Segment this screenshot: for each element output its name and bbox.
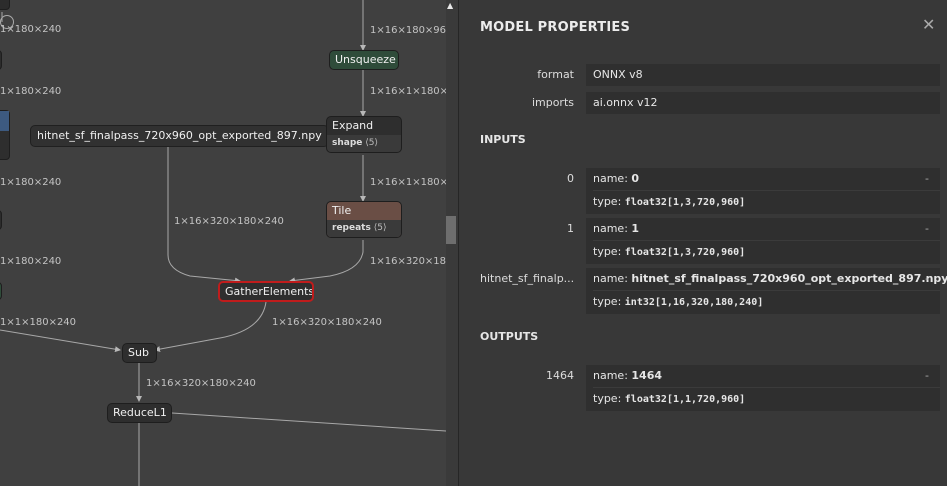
node-sub[interactable]: Sub: [122, 343, 157, 363]
node-reduce-label: ReduceL1: [113, 406, 167, 419]
input-label: 1: [567, 222, 574, 235]
edge-label: 1×16×320×180×240: [146, 378, 256, 389]
node-gather-label: GatherElements: [225, 285, 314, 298]
expand-icon[interactable]: -: [925, 365, 929, 387]
node-unsqueeze[interactable]: Unsqueeze: [329, 50, 399, 70]
scroll-thumb[interactable]: [446, 216, 456, 244]
node-gather-elements[interactable]: GatherElements: [218, 281, 314, 302]
input-entry[interactable]: name: 1- type: float32[1,3,720,960]: [586, 218, 940, 264]
edge-label: 1×180×240: [0, 86, 62, 97]
edge-reduce-right: [171, 412, 447, 432]
partial-node[interactable]: [0, 110, 10, 160]
node-expand-label: Expand: [332, 119, 374, 132]
graph-edges: [0, 0, 447, 486]
edge-input-gather: [167, 146, 241, 284]
model-properties-panel: MODEL PROPERTIES ✕ format ONNX v8 import…: [458, 0, 947, 486]
input-label: 0: [567, 172, 574, 185]
node-tile-label: Tile: [332, 204, 352, 217]
partial-node[interactable]: [0, 210, 2, 230]
edge-label: 1×16×1×180×96: [370, 177, 458, 188]
node-sub-label: Sub: [128, 346, 149, 359]
graph-scrollbar[interactable]: ▲: [446, 0, 458, 486]
input-type: type: float32[1,3,720,960]: [593, 240, 940, 264]
output-label: 1464: [546, 369, 574, 382]
edge-tile-gather: [289, 240, 364, 284]
node-expand[interactable]: Expand shape ⟨5⟩: [326, 116, 402, 153]
property-value-imports: ai.onnx v12: [586, 92, 940, 114]
edge-label: 1×16×180×960: [370, 25, 453, 36]
input-type: type: int32[1,16,320,180,240]: [593, 290, 940, 314]
partial-node[interactable]: [0, 0, 10, 10]
property-value-format: ONNX v8: [586, 64, 940, 86]
close-icon[interactable]: ✕: [922, 17, 935, 33]
edge-gather-sub: [154, 301, 267, 353]
edge-label: 1×180×240: [0, 24, 62, 35]
outputs-header: OUTPUTS: [480, 330, 539, 343]
edge-label: 1×16×320×180×240: [272, 317, 382, 328]
input-name: name: hitnet_sf_finalpass_720x960_opt_ex…: [593, 268, 947, 290]
inputs-header: INPUTS: [480, 133, 526, 146]
panel-title: MODEL PROPERTIES: [480, 20, 631, 35]
expand-icon[interactable]: -: [925, 218, 929, 240]
expand-icon[interactable]: -: [925, 168, 929, 190]
node-tile-attr: repeats ⟨5⟩: [327, 220, 401, 237]
input-entry[interactable]: name: 0- type: float32[1,3,720,960]: [586, 168, 940, 214]
edge-label: 1×16×320×180×240: [174, 216, 284, 227]
node-reduce-l1[interactable]: ReduceL1: [107, 403, 172, 423]
output-entry[interactable]: name: 1464- type: float32[1,1,720,960]: [586, 365, 940, 411]
edge-label: 1×16×1×180×96: [370, 86, 458, 97]
input-entry[interactable]: name: hitnet_sf_finalpass_720x960_opt_ex…: [586, 268, 947, 314]
edge-label: 1×16×320×180×: [370, 256, 458, 267]
node-unsqueeze-label: Unsqueeze: [335, 53, 396, 66]
node-expand-attr: shape ⟨5⟩: [327, 135, 401, 152]
input-type: type: float32[1,3,720,960]: [593, 190, 940, 214]
edge-label: 1×1×180×240: [0, 317, 77, 328]
input-label: hitnet_sf_finalp...: [480, 272, 575, 285]
edge-left-sub: [0, 329, 121, 353]
output-type: type: float32[1,1,720,960]: [593, 387, 940, 411]
graph-input-node[interactable]: hitnet_sf_finalpass_720x960_opt_exported…: [30, 125, 329, 147]
property-label-imports: imports: [531, 96, 574, 109]
node-tile[interactable]: Tile repeats ⟨5⟩: [326, 201, 402, 238]
scroll-up-icon[interactable]: ▲: [447, 2, 453, 10]
expand-icon[interactable]: -: [925, 268, 929, 290]
partial-node[interactable]: [0, 50, 2, 70]
graph-canvas[interactable]: 1×180×240 1×180×240 1×180×240 1×180×240 …: [0, 0, 458, 486]
output-name: name: 1464-: [593, 365, 940, 387]
input-name: name: 0-: [593, 168, 940, 190]
partial-node[interactable]: [0, 282, 2, 300]
edge-label: 1×180×240: [0, 177, 62, 188]
property-label-format: format: [537, 68, 574, 81]
input-name: name: 1-: [593, 218, 940, 240]
edge-label: 1×180×240: [0, 256, 62, 267]
